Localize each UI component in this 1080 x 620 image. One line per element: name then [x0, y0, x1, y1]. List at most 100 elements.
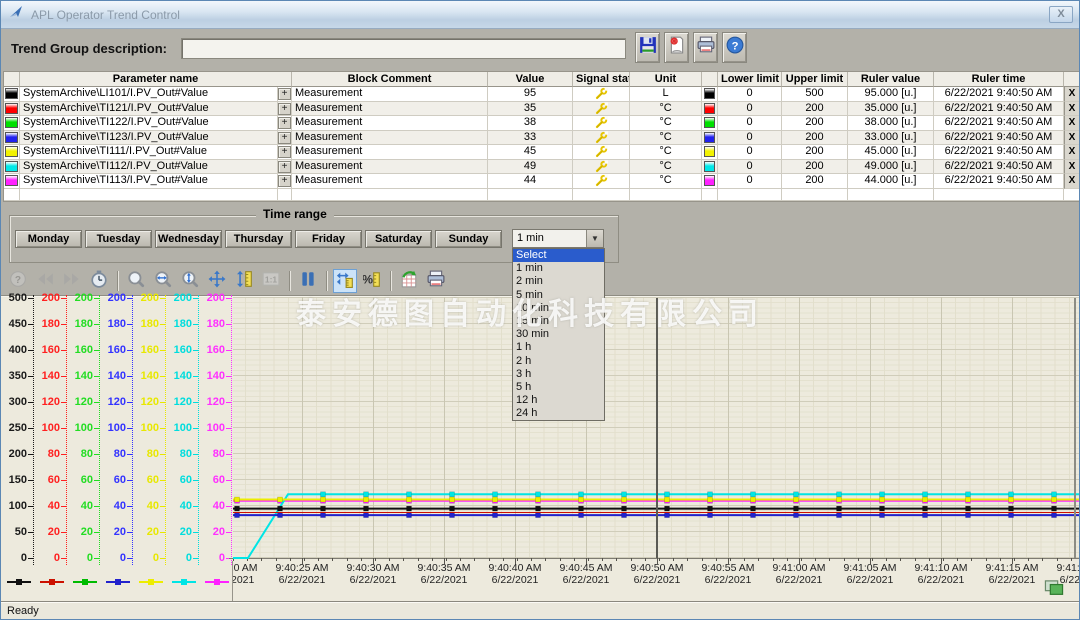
- table-empty-row: [4, 189, 1080, 201]
- stretch-vertical-icon: [235, 270, 253, 293]
- table-header-cell[interactable]: Ruler value: [848, 72, 934, 87]
- y-axis-tick: [226, 376, 231, 377]
- y-axis-tick-label: 180: [36, 318, 60, 330]
- page-gear-icon: [668, 36, 686, 59]
- wrench-icon: [595, 178, 608, 189]
- y-axis-tick-label: 60: [69, 474, 93, 486]
- save-button[interactable]: [635, 32, 660, 63]
- parameter-name-cell: SystemArchive\LI101/I.PV_Out#Value: [20, 87, 278, 102]
- dropdown-option[interactable]: 1 h: [513, 341, 604, 354]
- y-axis-tick-label: 20: [168, 526, 192, 538]
- table-header-cell[interactable]: Ruler time: [934, 72, 1064, 87]
- dropdown-option[interactable]: 2 min: [513, 275, 604, 288]
- day-button-tuesday[interactable]: Tuesday: [85, 230, 152, 248]
- pan-button[interactable]: [205, 269, 229, 293]
- expand-button[interactable]: +: [278, 175, 291, 187]
- remove-button[interactable]: X: [1064, 116, 1080, 131]
- trend-group-description-label: Trend Group description:: [11, 41, 167, 56]
- trend-group-description-input[interactable]: [181, 38, 626, 59]
- help-button[interactable]: ?: [722, 32, 747, 63]
- remove-button[interactable]: X: [1064, 145, 1080, 160]
- zoom-horizontal-button[interactable]: [151, 269, 175, 293]
- expand-button[interactable]: +: [278, 146, 291, 158]
- remove-button[interactable]: X: [1064, 174, 1080, 189]
- lower-limit-cell: 0: [718, 160, 782, 175]
- table-header-cell[interactable]: Signal status: [573, 72, 630, 87]
- dropdown-option[interactable]: 2 h: [513, 355, 604, 368]
- time-base-button[interactable]: [87, 269, 111, 293]
- table-header-cell[interactable]: [4, 72, 20, 87]
- wrench-icon: [595, 106, 608, 117]
- day-button-thursday[interactable]: Thursday: [225, 230, 292, 248]
- value-cell: 38: [488, 116, 573, 131]
- day-button-wednesday[interactable]: Wednesday: [155, 230, 222, 248]
- time-base-select[interactable]: 1 min ▼: [512, 229, 604, 248]
- y-axis-tick: [61, 402, 66, 403]
- table-header-cell[interactable]: [1064, 72, 1080, 87]
- signal-status-cell: [573, 145, 630, 160]
- table-row: SystemArchive\LI101/I.PV_Out#Value+Measu…: [4, 87, 1080, 102]
- wrench-icon: [595, 91, 608, 102]
- dropdown-option[interactable]: 12 h: [513, 394, 604, 407]
- legend-item: [7, 579, 31, 585]
- y-axis-tick: [127, 298, 132, 299]
- remove-button[interactable]: X: [1064, 102, 1080, 117]
- table-header-cell[interactable]: [702, 72, 718, 87]
- y-axis-tick-label: 100: [135, 422, 159, 434]
- close-button[interactable]: X: [1049, 6, 1073, 23]
- value-cell: 33: [488, 131, 573, 146]
- step-forward-icon: [63, 270, 81, 293]
- y-axis-tick-label: 40: [168, 500, 192, 512]
- table-header-cell[interactable]: Unit: [630, 72, 702, 87]
- y-axis-tick: [94, 454, 99, 455]
- expand-button[interactable]: +: [278, 161, 291, 173]
- y-axis-tick: [61, 558, 66, 559]
- remove-button[interactable]: X: [1064, 160, 1080, 175]
- chevron-down-icon[interactable]: ▼: [586, 230, 603, 247]
- empty-cell: [630, 189, 702, 201]
- export-button[interactable]: [664, 32, 689, 63]
- expand-button[interactable]: +: [278, 103, 291, 115]
- remove-button[interactable]: X: [1064, 131, 1080, 146]
- day-button-friday[interactable]: Friday: [295, 230, 362, 248]
- value-cell: 49: [488, 160, 573, 175]
- unit-color-cell: [702, 87, 718, 102]
- title-bar[interactable]: APL Operator Trend Control X: [1, 1, 1080, 29]
- y-axis-tick: [28, 402, 33, 403]
- upper-limit-cell: 200: [782, 102, 848, 117]
- table-header-cell[interactable]: Block Comment: [292, 72, 488, 87]
- zoom-vertical-button[interactable]: [178, 269, 202, 293]
- zoom-area-button[interactable]: [124, 269, 148, 293]
- dropdown-option[interactable]: 5 h: [513, 381, 604, 394]
- table-header-cell[interactable]: Upper limit: [782, 72, 848, 87]
- wrench-icon: [595, 120, 608, 131]
- dropdown-option[interactable]: 3 h: [513, 368, 604, 381]
- upper-limit-cell: 200: [782, 174, 848, 189]
- dropdown-option[interactable]: 1 min: [513, 262, 604, 275]
- trend-color-swatch: [5, 161, 18, 172]
- unit-color-cell: [702, 102, 718, 117]
- unit-cell: °C: [630, 116, 702, 131]
- lower-limit-cell: 0: [718, 87, 782, 102]
- expand-button[interactable]: +: [278, 88, 291, 100]
- lower-limit-cell: 0: [718, 116, 782, 131]
- stretch-vertical-button[interactable]: [232, 269, 256, 293]
- print-button[interactable]: [693, 32, 718, 63]
- y-axis-tick: [28, 454, 33, 455]
- day-button-sunday[interactable]: Sunday: [435, 230, 502, 248]
- remove-button[interactable]: X: [1064, 87, 1080, 102]
- y-axis-tick: [193, 532, 198, 533]
- dropdown-option[interactable]: Select: [513, 249, 604, 262]
- day-button-monday[interactable]: Monday: [15, 230, 82, 248]
- dropdown-option[interactable]: 24 h: [513, 407, 604, 420]
- y-axis-tick-label: 20: [201, 526, 225, 538]
- table-header-cell[interactable]: Value: [488, 72, 573, 87]
- empty-cell: [573, 189, 630, 201]
- expand-button[interactable]: +: [278, 117, 291, 129]
- table-header-cell[interactable]: Lower limit: [718, 72, 782, 87]
- table-header-cell[interactable]: Parameter name: [20, 72, 292, 87]
- expand-button[interactable]: +: [278, 132, 291, 144]
- day-button-saturday[interactable]: Saturday: [365, 230, 432, 248]
- signal-status-cell: [573, 102, 630, 117]
- unit-color-cell: [702, 145, 718, 160]
